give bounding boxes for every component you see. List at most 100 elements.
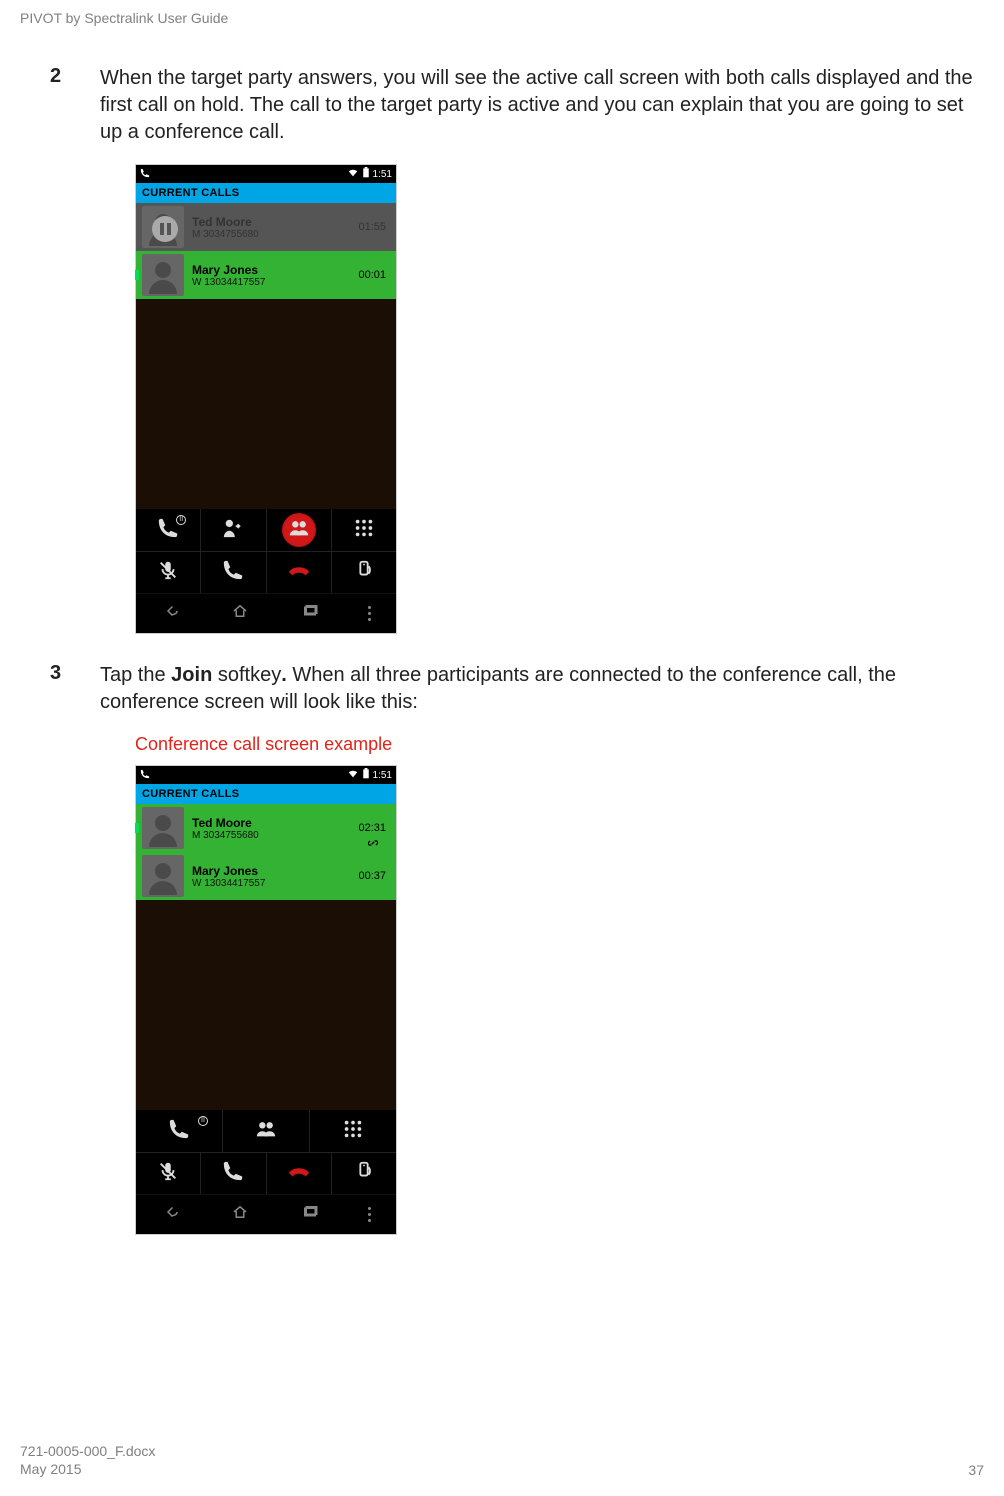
status-bar: 1:51 bbox=[136, 165, 396, 183]
footer-date: May 2015 bbox=[20, 1460, 155, 1478]
step-number: 3 bbox=[50, 662, 100, 716]
active-indicator bbox=[135, 823, 139, 833]
transfer-softkey[interactable] bbox=[201, 509, 266, 551]
mute-icon bbox=[157, 1160, 179, 1187]
phone-frame: 1:51 CURRENT CALLS Ted Moore M 303475568… bbox=[135, 765, 397, 1235]
speaker-icon bbox=[353, 1160, 375, 1187]
mute-icon bbox=[157, 559, 179, 586]
caller-name: Mary Jones bbox=[192, 864, 358, 878]
dialpad-softkey[interactable] bbox=[332, 509, 396, 551]
avatar bbox=[142, 206, 184, 248]
endcall-softkey[interactable] bbox=[267, 1153, 332, 1194]
caller-number: M 3034755680 bbox=[192, 830, 358, 841]
battery-icon bbox=[362, 167, 370, 181]
wifi-icon bbox=[347, 769, 359, 782]
status-left bbox=[140, 769, 150, 782]
speaker-icon bbox=[353, 559, 375, 586]
wifi-icon bbox=[347, 168, 359, 181]
phone-hold-icon bbox=[157, 517, 179, 544]
phone-status-icon bbox=[140, 168, 150, 181]
avatar bbox=[142, 855, 184, 897]
status-left bbox=[140, 168, 150, 181]
badge-icon: II bbox=[198, 1116, 208, 1126]
battery-icon bbox=[362, 768, 370, 782]
call-info: Mary Jones W 13034417557 bbox=[192, 864, 358, 889]
pause-icon bbox=[152, 216, 178, 242]
menu-button[interactable] bbox=[368, 606, 372, 621]
screenshot-active-call: 1:51 CURRENT CALLS Ted Moore M 303475568… bbox=[135, 164, 974, 634]
screenshot-conference: 1:51 CURRENT CALLS Ted Moore M 303475568… bbox=[135, 765, 974, 1235]
nav-bar bbox=[136, 593, 396, 633]
held-call-row[interactable]: Ted Moore M 3034755680 01:55 bbox=[136, 203, 396, 251]
softkey-row-2 bbox=[136, 1152, 396, 1194]
mute-softkey[interactable] bbox=[136, 552, 201, 593]
figure-caption: Conference call screen example bbox=[135, 734, 974, 755]
footer-doc: 721-0005-000_F.docx bbox=[20, 1442, 155, 1460]
status-right: 1:51 bbox=[347, 768, 392, 782]
softkey-row-1: II bbox=[136, 1110, 396, 1152]
softkey-row-2 bbox=[136, 551, 396, 593]
avatar bbox=[142, 254, 184, 296]
page: PIVOT by Spectralink User Guide 2 When t… bbox=[0, 0, 1004, 1496]
active-call-row[interactable]: Mary Jones W 13034417557 00:01 bbox=[136, 251, 396, 299]
hold-softkey[interactable]: II bbox=[136, 1110, 223, 1152]
conference-softkey[interactable] bbox=[223, 1110, 310, 1152]
caller-name: Ted Moore bbox=[192, 215, 358, 229]
conference-icon bbox=[255, 1118, 277, 1145]
step-number: 2 bbox=[50, 65, 100, 146]
back-button[interactable] bbox=[160, 602, 182, 625]
call-info: Ted Moore M 3034755680 bbox=[192, 816, 358, 841]
empty-area bbox=[136, 299, 396, 509]
step-text: Tap the Join softkey. When all three par… bbox=[100, 662, 974, 716]
endcall-softkey[interactable] bbox=[267, 552, 332, 593]
join-softkey[interactable] bbox=[267, 509, 332, 551]
clock-text: 1:51 bbox=[373, 770, 392, 781]
conference-call-row-1[interactable]: Ted Moore M 3034755680 02:31 bbox=[136, 804, 396, 852]
step-3: 3 Tap the Join softkey. When all three p… bbox=[50, 662, 974, 716]
menu-button[interactable] bbox=[368, 1207, 372, 1222]
link-icon bbox=[368, 838, 378, 850]
back-button[interactable] bbox=[160, 1203, 182, 1226]
call-timer: 01:55 bbox=[358, 221, 386, 233]
recent-button[interactable] bbox=[299, 602, 321, 625]
conference-call-row-2[interactable]: Mary Jones W 13034417557 00:37 bbox=[136, 852, 396, 900]
home-button[interactable] bbox=[229, 1203, 251, 1226]
phone-hold-icon bbox=[168, 1118, 190, 1145]
speaker-softkey[interactable] bbox=[332, 1153, 396, 1194]
dialpad-icon bbox=[342, 1118, 364, 1145]
caller-number: W 13034417557 bbox=[192, 878, 358, 889]
step-text: When the target party answers, you will … bbox=[100, 65, 974, 146]
hangup-icon bbox=[288, 559, 310, 586]
home-button[interactable] bbox=[229, 602, 251, 625]
step-2: 2 When the target party answers, you wil… bbox=[50, 65, 974, 146]
content-area: 2 When the target party answers, you wil… bbox=[20, 0, 984, 1235]
text-fragment: Tap the bbox=[100, 664, 171, 686]
caller-number: M 3034755680 bbox=[192, 229, 358, 240]
running-header: PIVOT by Spectralink User Guide bbox=[20, 10, 228, 26]
call-info: Mary Jones W 13034417557 bbox=[192, 263, 358, 288]
current-calls-banner: CURRENT CALLS bbox=[136, 183, 396, 203]
caller-name: Mary Jones bbox=[192, 263, 358, 277]
audio-softkey[interactable] bbox=[201, 1153, 266, 1194]
dialpad-softkey[interactable] bbox=[310, 1110, 396, 1152]
audio-softkey[interactable] bbox=[201, 552, 266, 593]
speaker-softkey[interactable] bbox=[332, 552, 396, 593]
transfer-icon bbox=[222, 517, 244, 544]
clock-text: 1:51 bbox=[373, 169, 392, 180]
status-bar: 1:51 bbox=[136, 766, 396, 784]
bold-softkey-name: Join bbox=[171, 664, 212, 686]
avatar bbox=[142, 807, 184, 849]
conference-icon bbox=[288, 517, 310, 544]
dialpad-icon bbox=[353, 517, 375, 544]
mute-softkey[interactable] bbox=[136, 1153, 201, 1194]
call-timer: 00:37 bbox=[358, 870, 386, 882]
phone-frame: 1:51 CURRENT CALLS Ted Moore M 303475568… bbox=[135, 164, 397, 634]
page-footer: 721-0005-000_F.docx May 2015 37 bbox=[20, 1442, 984, 1478]
caller-name: Ted Moore bbox=[192, 816, 358, 830]
hold-softkey[interactable]: II bbox=[136, 509, 201, 551]
caller-number: W 13034417557 bbox=[192, 277, 358, 288]
active-indicator bbox=[135, 270, 139, 280]
recent-button[interactable] bbox=[299, 1203, 321, 1226]
call-info: Ted Moore M 3034755680 bbox=[192, 215, 358, 240]
footer-left: 721-0005-000_F.docx May 2015 bbox=[20, 1442, 155, 1478]
